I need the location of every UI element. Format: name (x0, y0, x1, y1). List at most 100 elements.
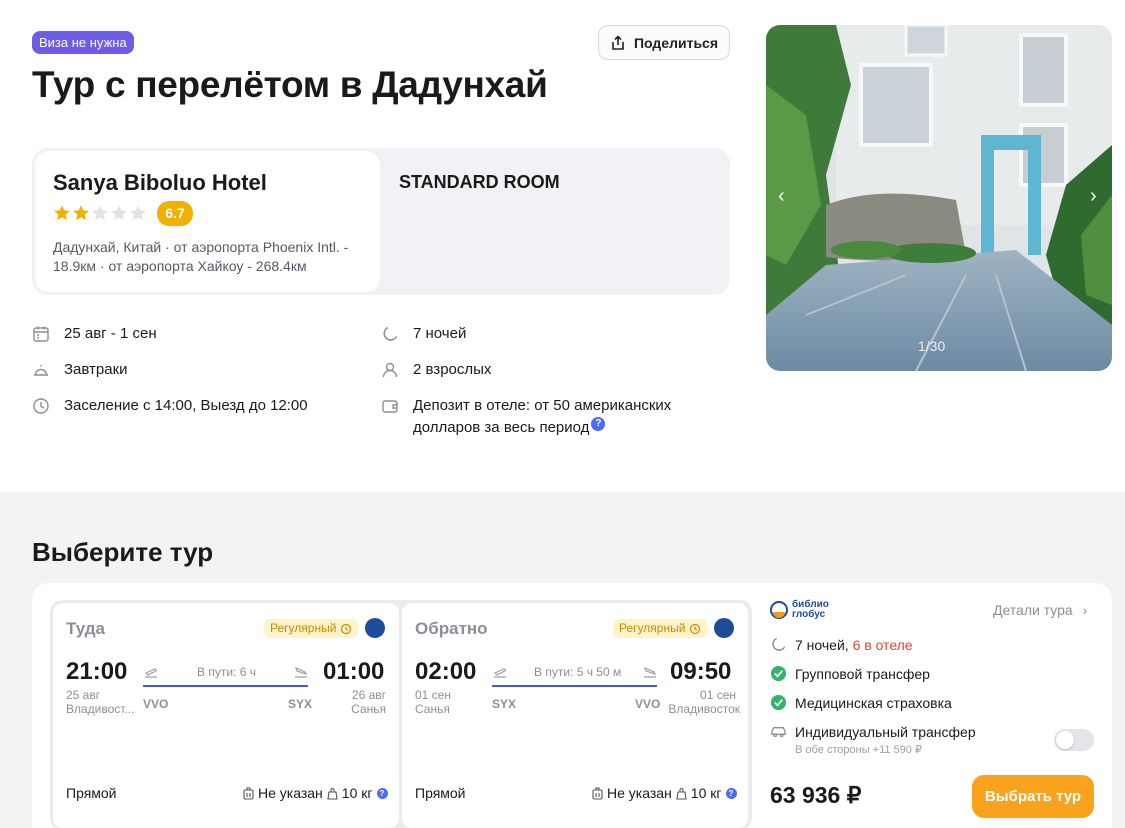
operator-logo-icon (770, 601, 788, 619)
flight-type: Прямой (66, 785, 117, 801)
tour-details-label: Детали тура (993, 602, 1073, 618)
share-icon (612, 34, 624, 50)
nights-text: 7 ночей (413, 325, 467, 342)
star-empty-icon (92, 205, 108, 221)
landing-icon (644, 666, 657, 678)
baggage-info: Не указан 10 кг ? (243, 785, 388, 801)
share-button[interactable]: Поделиться (598, 25, 730, 60)
bag-icon (676, 787, 687, 800)
flight-direction: Обратно (415, 619, 488, 638)
choose-tour-button[interactable]: Выбрать тур (972, 775, 1094, 818)
meals-text: Завтраки (64, 361, 128, 378)
info-checkin: Заселение с 14:00, Выезд до 12:00 (32, 395, 308, 417)
dep-code: VVO (143, 697, 169, 711)
info-nights: 7 ночей (381, 323, 466, 345)
guests-text: 2 взрослых (413, 361, 492, 378)
feature-insurance-text: Медицинская страховка (795, 695, 952, 711)
hand-luggage: Не указан (607, 785, 672, 801)
baggage-help-icon[interactable]: ? (725, 787, 737, 799)
flight-duration: В пути: 6 ч (197, 665, 256, 679)
arr-city: Санья (351, 702, 386, 716)
checkin-text: Заселение с 14:00, Выезд до 12:00 (64, 397, 308, 414)
arr-code: SYX (288, 697, 313, 711)
dep-date: 01 сен (415, 688, 451, 702)
feature-individual-transfer: Индивидуальный трансфер (770, 723, 976, 741)
person-icon (382, 362, 398, 378)
check-circle-icon (770, 694, 787, 711)
operator-logo-line2: глобус (792, 609, 826, 620)
regular-badge: Регулярный (264, 619, 359, 638)
gallery-prev-arrow[interactable]: ‹ (778, 185, 785, 208)
luggage-icon (243, 786, 254, 800)
dep-city: Владивост... (66, 702, 135, 716)
gallery-next-arrow[interactable]: › (1090, 185, 1097, 208)
cloche-icon (34, 365, 48, 376)
hotel-stars (53, 204, 147, 222)
section-title: Выберите тур (32, 537, 214, 567)
baggage-info: Не указан 10 кг ? (592, 785, 737, 801)
arr-date: 26 авг (351, 688, 386, 702)
calendar-icon (33, 326, 49, 342)
chevron-right-icon: › (1082, 602, 1088, 618)
arr-time: 01:00 (323, 658, 385, 685)
luggage-icon (592, 786, 603, 800)
flight-route-line (143, 685, 308, 687)
regular-badge-label: Регулярный (619, 621, 686, 635)
hotel-name[interactable]: Sanya Biboluo Hotel (53, 170, 267, 196)
tour-price: 63 936 ₽ (770, 782, 862, 808)
airline-logo-icon (714, 618, 734, 638)
individual-transfer-toggle[interactable] (1054, 729, 1094, 751)
moon-icon (772, 637, 786, 651)
wallet-icon (382, 400, 398, 413)
info-dates: 25 авг - 1 сен (32, 323, 157, 345)
help-icon[interactable]: ? (591, 417, 606, 431)
page-title: Тур с перелётом в Дадунхай (32, 64, 548, 105)
dep-time: 21:00 (66, 658, 128, 685)
info-deposit: Депозит в отеле: от 50 американских долл… (381, 395, 711, 439)
star-empty-icon (111, 205, 127, 221)
info-guests: 2 взрослых (381, 359, 491, 381)
takeoff-icon (493, 668, 507, 678)
regular-badge: Регулярный (613, 619, 708, 638)
star-filled-icon (73, 205, 89, 221)
dep-date: 25 авг (66, 688, 101, 702)
baggage-help-icon[interactable]: ? (376, 787, 388, 799)
toggle-knob (1056, 731, 1074, 749)
feature-insurance: Медицинская страховка (770, 694, 952, 712)
hotel-photo[interactable] (766, 25, 1112, 371)
regular-badge-label: Регулярный (270, 621, 337, 635)
gallery-counter: 1/30 (918, 338, 946, 354)
dep-city: Санья (415, 702, 450, 716)
visa-badge: Виза не нужна (32, 31, 134, 54)
hand-luggage: Не указан (258, 785, 323, 801)
feature-nights: 7 ночей, 6 в отеле (770, 636, 913, 654)
dep-code: SYX (492, 697, 517, 711)
bag-icon (327, 787, 338, 800)
moon-icon (383, 326, 398, 341)
feature-group-transfer: Групповой трансфер (770, 665, 930, 683)
arr-code: VVO (635, 697, 661, 711)
baggage-weight: 10 кг (690, 785, 722, 801)
history-icon (690, 623, 701, 634)
flight-type: Прямой (415, 785, 466, 801)
baggage-weight: 10 кг (341, 785, 373, 801)
history-icon (341, 623, 352, 634)
deposit-text: Депозит в отеле: от 50 американских долл… (413, 397, 672, 436)
feature-group-transfer-text: Групповой трансфер (795, 666, 930, 682)
info-meals: Завтраки (32, 359, 128, 381)
feature-in-hotel: 6 в отеле (852, 637, 913, 653)
dep-time: 02:00 (415, 658, 477, 685)
arr-date: 01 сен (700, 688, 736, 702)
operator-logo: библио глобус (770, 600, 829, 620)
takeoff-icon (144, 668, 158, 678)
tour-details-link[interactable]: Детали тура › (993, 602, 1087, 618)
individual-transfer-note: В обе стороны +11 590 ₽ (795, 744, 922, 756)
car-icon (771, 727, 786, 738)
landing-icon (295, 666, 308, 678)
flight-direction: Туда (66, 619, 106, 638)
star-empty-icon (130, 205, 146, 221)
hotel-location: Дадунхай, Китай · от аэропорта Phoenix I… (53, 239, 349, 274)
feature-individual-transfer-text: Индивидуальный трансфер (795, 724, 976, 740)
clock-icon (33, 398, 49, 414)
star-filled-icon (54, 205, 70, 221)
